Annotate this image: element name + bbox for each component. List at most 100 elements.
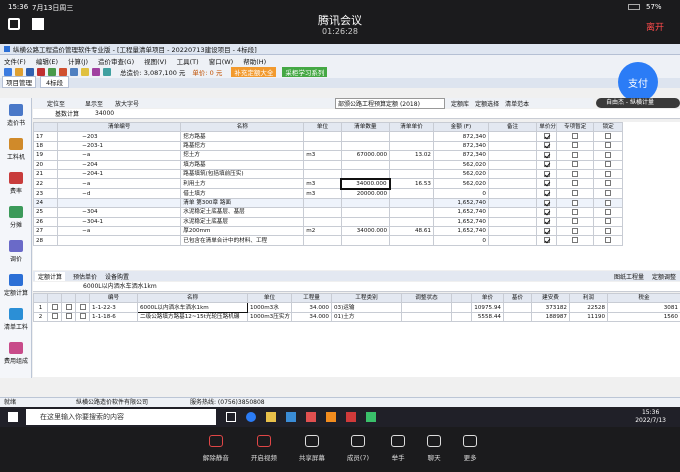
quota-lib-button[interactable]: 定额库 xyxy=(451,99,469,108)
nav-cost-composition[interactable]: 费用组成 xyxy=(0,336,32,370)
bill-cell-qty[interactable]: 67000.000 xyxy=(340,150,391,161)
checkbox[interactable] xyxy=(572,133,579,140)
quota-cell-flag[interactable] xyxy=(61,302,76,313)
checkbox[interactable] xyxy=(572,199,579,206)
lower-formula-input[interactable]: 6000L以内洒水车洒水1km xyxy=(83,283,157,290)
bill-row[interactable]: 25 −304 水泥稳定土底基层、基层 1,652,740 xyxy=(33,207,623,218)
checkbox[interactable] xyxy=(543,227,550,234)
nav-rate[interactable]: 费率 xyxy=(0,166,32,200)
menu-calc[interactable]: 计算(J) xyxy=(68,56,88,66)
calc-icon[interactable] xyxy=(81,68,89,76)
bill-cell-qty[interactable] xyxy=(340,235,391,246)
taskbar-search[interactable]: 在这里输入你要搜索的内容 xyxy=(26,409,216,425)
checkbox[interactable] xyxy=(543,208,550,215)
bill-row[interactable]: 28 已包含在清单合计中的材料、工程 0 xyxy=(33,235,623,246)
quota-standard-select[interactable]: 部颁公路工程预算定额 (2018) xyxy=(335,97,446,109)
formula-input[interactable]: 34000 xyxy=(95,110,114,117)
tab-equipment[interactable]: 设备购置 xyxy=(105,272,129,281)
cut-icon[interactable] xyxy=(59,68,67,76)
checkbox[interactable] xyxy=(51,304,58,311)
delete-icon[interactable] xyxy=(37,68,45,76)
quota-cell-name[interactable]: 6000L以内洒水车洒水1km xyxy=(137,302,248,313)
checkbox[interactable] xyxy=(79,313,86,320)
bill-row[interactable]: 27 −a 厚200mm m2 34000.000 48.61 1,652,740 xyxy=(33,225,623,237)
bill-template-button[interactable]: 清单范本 xyxy=(505,99,529,108)
bill-cell-qty[interactable]: 20000.000 xyxy=(340,188,391,199)
checkbox[interactable] xyxy=(572,170,579,177)
paste-icon[interactable] xyxy=(70,68,78,76)
app-s-icon[interactable] xyxy=(326,412,336,422)
bill-row[interactable]: 21 −204-1 路基填筑(包括填前压实) 562,020 xyxy=(33,168,623,180)
menu-tools[interactable]: 工具(T) xyxy=(177,56,199,66)
checkbox[interactable] xyxy=(605,161,612,168)
checkbox[interactable] xyxy=(605,199,612,206)
new-icon[interactable] xyxy=(4,68,12,76)
control-video-off[interactable]: 开启视频 xyxy=(251,435,277,462)
wechat-icon[interactable] xyxy=(366,412,376,422)
checkbox[interactable] xyxy=(572,208,579,215)
checkbox[interactable] xyxy=(543,151,550,158)
bill-cell-qty[interactable] xyxy=(340,168,391,180)
checkbox[interactable] xyxy=(605,227,612,234)
menu-view[interactable]: 视图(V) xyxy=(144,56,167,66)
quota-row[interactable]: 1 1-1-22-3 6000L以内洒水车洒水1km 1000m3水 34.000 03)… xyxy=(33,302,680,313)
menu-help[interactable]: 帮助(H) xyxy=(243,56,266,66)
checkbox[interactable] xyxy=(543,142,550,149)
locate-button[interactable]: 定位至 xyxy=(47,99,65,108)
wps-icon[interactable] xyxy=(346,412,356,422)
bill-cell-qty[interactable] xyxy=(340,216,391,228)
checkbox[interactable] xyxy=(543,133,550,140)
bill-row[interactable]: 20 −204 填方路基 562,020 xyxy=(33,159,623,170)
checkbox[interactable] xyxy=(572,227,579,234)
save-icon[interactable] xyxy=(26,68,34,76)
menu-file[interactable]: 文件(F) xyxy=(4,56,26,66)
checkbox[interactable] xyxy=(572,237,579,244)
supplement-quota-button[interactable]: 补充定额大全 xyxy=(231,67,277,77)
control-members[interactable]: 成员(7) xyxy=(347,435,369,462)
nav-quota-calc[interactable]: 定额计算 xyxy=(0,268,32,302)
folder-icon[interactable] xyxy=(266,412,276,422)
nav-price-adjust[interactable]: 调价 xyxy=(0,234,32,268)
nav-cost-book[interactable]: 造价书 xyxy=(0,98,32,132)
checkbox[interactable] xyxy=(605,170,612,177)
quota-cell-name[interactable]: 二级公路填方路基12~15t光轮压路机碾 xyxy=(137,311,248,323)
checkbox[interactable] xyxy=(543,190,550,197)
control-share-screen[interactable]: 共享屏幕 xyxy=(299,435,325,462)
copy-icon[interactable] xyxy=(48,68,56,76)
enlarge-font-button[interactable]: 放大字号 xyxy=(115,99,139,108)
bill-row[interactable]: 18 −203-1 路基挖方 872,340 xyxy=(33,140,623,152)
report-icon[interactable] xyxy=(92,68,100,76)
bill-row[interactable]: 17 −203 挖方路基 872,340 xyxy=(33,131,623,142)
open-icon[interactable] xyxy=(15,68,23,76)
checkbox[interactable] xyxy=(605,190,612,197)
quota-cell-flag[interactable] xyxy=(61,311,76,323)
task-view-icon[interactable] xyxy=(226,412,236,422)
checkbox[interactable] xyxy=(572,142,579,149)
bill-cell-qty[interactable] xyxy=(340,131,391,142)
checkbox[interactable] xyxy=(605,142,612,149)
bill-cell-qty[interactable] xyxy=(340,140,391,152)
bill-cell-qty[interactable] xyxy=(340,197,391,209)
control-chat[interactable]: 聊天 xyxy=(427,435,442,462)
quota-cell-flag[interactable]: 1 xyxy=(33,302,48,313)
checkbox[interactable] xyxy=(572,218,579,225)
checkbox[interactable] xyxy=(605,151,612,158)
tab-estimate-price[interactable]: 预估单价 xyxy=(73,272,97,281)
quota-select-button[interactable]: 定额选择 xyxy=(475,99,499,108)
bill-cell-qty[interactable]: 34000.000 xyxy=(340,177,391,190)
checkbox[interactable] xyxy=(543,180,550,187)
checkbox[interactable] xyxy=(605,208,612,215)
control-mic-muted[interactable]: 解除静音 xyxy=(203,435,229,462)
bill-row[interactable]: 26 −304-1 水泥稳定土底基层 1,652,740 xyxy=(33,216,623,228)
windows-start-icon[interactable] xyxy=(8,412,18,422)
nav-allocation[interactable]: 分摊 xyxy=(0,200,32,234)
checkbox[interactable] xyxy=(543,218,550,225)
checkbox[interactable] xyxy=(51,313,58,320)
checkbox[interactable] xyxy=(79,304,86,311)
bill-cell-qty[interactable] xyxy=(340,159,391,170)
quota-cell-flag[interactable] xyxy=(47,302,62,313)
bill-row[interactable]: 22 −a 利用土方 m3 34000.000 16.53 562,020 xyxy=(33,177,623,190)
leave-button[interactable]: 离开 xyxy=(646,20,664,33)
tab-section[interactable]: 4标段 xyxy=(40,76,70,88)
app-z-icon[interactable] xyxy=(306,412,316,422)
